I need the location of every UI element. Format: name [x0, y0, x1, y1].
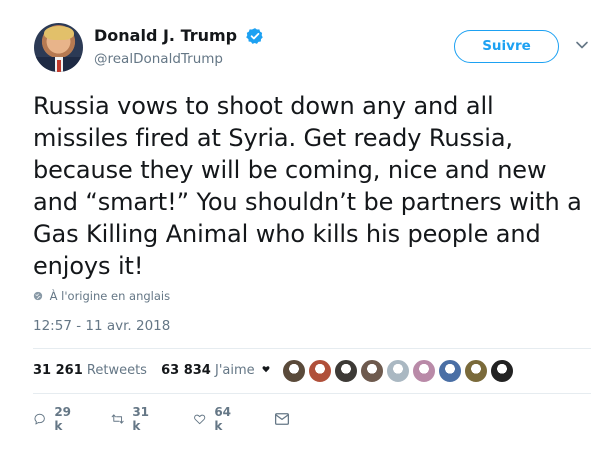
likes-count: 63 834: [161, 363, 211, 378]
heart-icon: [194, 414, 206, 425]
heart-icon: [262, 366, 270, 373]
divider: [33, 393, 591, 394]
retweet-count: 31 k: [132, 405, 150, 433]
author-avatar[interactable]: [34, 23, 83, 72]
divider: [33, 348, 591, 349]
follow-button[interactable]: Suivre: [454, 30, 559, 63]
liker-avatar-9[interactable]: [490, 359, 514, 383]
author-names: Donald J. Trump @realDonaldTrump: [94, 25, 264, 67]
like-count: 64 k: [214, 405, 232, 433]
avatar-tie: [57, 60, 61, 72]
liker-avatar-7[interactable]: [438, 359, 462, 383]
globe-icon: [33, 291, 43, 301]
translation-note: À l'origine en anglais: [33, 289, 170, 303]
tweet-header: Donald J. Trump @realDonaldTrump Suivre: [34, 23, 604, 75]
likes-stat[interactable]: 63 834 J'aime: [161, 363, 255, 378]
envelope-icon: [274, 413, 290, 425]
retweets-count: 31 261: [33, 363, 83, 378]
liker-avatar-6[interactable]: [412, 359, 436, 383]
tweet-text: Russia vows to shoot down any and all mi…: [33, 92, 582, 280]
tweet-timestamp[interactable]: 12:57 - 11 avr. 2018: [33, 318, 170, 334]
direct-message-button[interactable]: [273, 407, 291, 431]
translation-note-text: À l'origine en anglais: [49, 289, 171, 303]
retweet-icon: [111, 414, 124, 424]
liker-avatar-8[interactable]: [464, 359, 488, 383]
avatar-hair: [44, 26, 74, 40]
reply-button[interactable]: 29 k: [33, 405, 76, 433]
tweet-stats: 31 261 Retweets 63 834 J'aime: [33, 363, 265, 378]
reply-count: 29 k: [54, 405, 72, 433]
retweets-label: Retweets: [86, 363, 147, 378]
retweet-button[interactable]: 31 k: [111, 405, 154, 433]
like-button[interactable]: 64 k: [193, 405, 236, 433]
liker-avatar-5[interactable]: [386, 359, 410, 383]
liker-avatar-2[interactable]: [308, 359, 332, 383]
likes-label: J'aime: [215, 363, 255, 378]
author-handle[interactable]: @realDonaldTrump: [94, 51, 264, 67]
retweets-stat[interactable]: 31 261 Retweets: [33, 363, 151, 378]
reply-icon: [34, 413, 45, 425]
chevron-down-icon[interactable]: [574, 37, 590, 53]
liker-avatar-4[interactable]: [360, 359, 384, 383]
verified-badge-icon: [246, 27, 263, 44]
liker-avatar-3[interactable]: [334, 359, 358, 383]
author-display-name[interactable]: Donald J. Trump: [94, 26, 237, 45]
liker-avatar-1[interactable]: [282, 359, 306, 383]
